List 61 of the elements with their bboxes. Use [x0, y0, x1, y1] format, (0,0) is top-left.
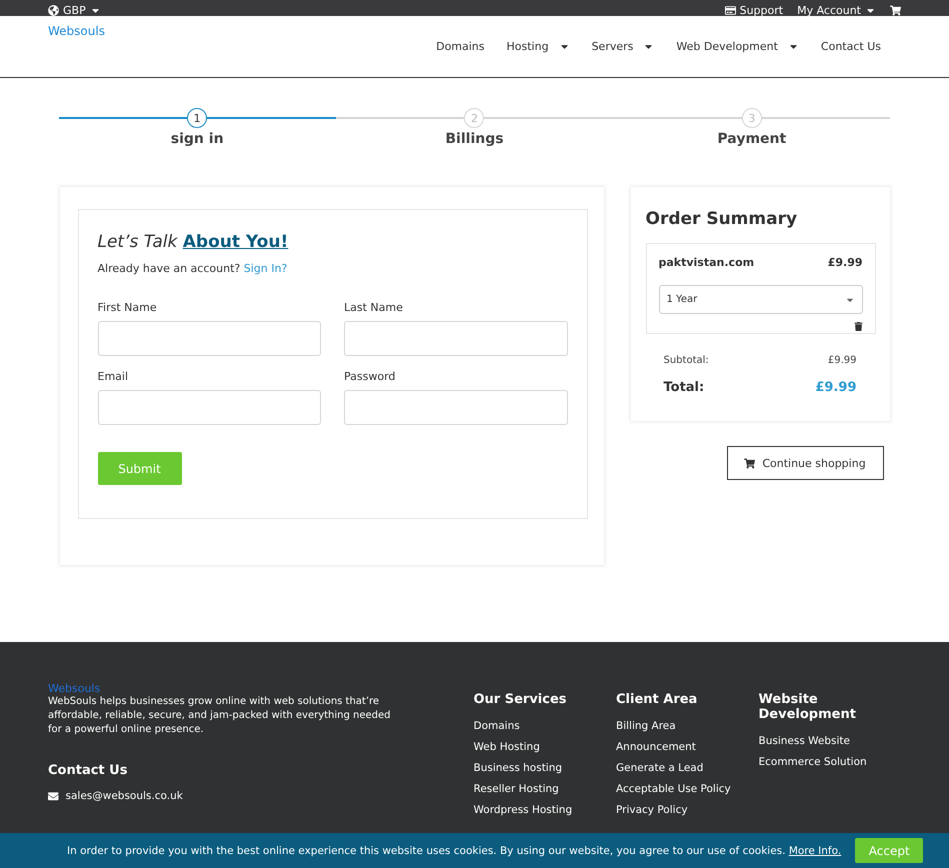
step-number: 3 [742, 108, 762, 128]
site-logo[interactable]: Websouls [48, 24, 105, 38]
footer-heading: Our Services [474, 692, 568, 707]
footer-link[interactable]: Domains [474, 719, 616, 734]
about-link[interactable]: About You! [182, 232, 288, 252]
field-label: Password [344, 370, 396, 383]
about-text: WebSouls helps businesses grow online with web solutions that’re affordable, reliable, secure, and jam-packed with everything needed for a powerful online presence. [48, 695, 392, 737]
footer-link[interactable]: Announcement [616, 740, 758, 755]
footer-link[interactable]: Business Website [758, 734, 901, 749]
support-link[interactable]: Support [724, 4, 784, 16]
field-label: Email [98, 370, 130, 383]
input-field[interactable] [344, 321, 568, 356]
account-menu[interactable]: My Account [797, 4, 876, 16]
footer-link[interactable]: Acceptable Use Policy [616, 782, 758, 797]
field-label: First Name [98, 301, 158, 314]
cart-icon[interactable] [890, 4, 901, 16]
input-field[interactable] [98, 321, 321, 356]
domain-name: paktvistan.com [658, 256, 754, 269]
total-value: £9.99 [815, 380, 856, 395]
summary-title: Order Summary [646, 209, 798, 229]
cart-icon [744, 458, 756, 468]
continue-shopping-button[interactable]: Continue shopping [726, 446, 884, 480]
step-label: Payment [717, 131, 786, 147]
item-price: £9.99 [828, 256, 862, 269]
step-number: 1 [187, 108, 208, 128]
cookie-text: In order to provide you with the best online experience this website uses cookies. By using our website, you agree to our use of cookies. More Info. [67, 844, 842, 856]
footer-link[interactable]: Business hosting [474, 761, 616, 776]
nav-link[interactable]: Contact Us [820, 40, 881, 53]
nav-link[interactable]: Hosting [506, 40, 570, 53]
form-title: Let’s Talk About You! [98, 232, 290, 252]
trash-icon[interactable] [854, 322, 862, 331]
footer-link[interactable]: Wordpress Hosting [474, 803, 616, 818]
footer-link[interactable]: Billing Area [616, 719, 758, 734]
footer-heading: Client Area [616, 692, 698, 707]
nav-link[interactable]: Domains [436, 40, 485, 53]
card-icon [724, 4, 736, 16]
step-number: 2 [464, 108, 484, 128]
footer-link[interactable]: Privacy Policy [616, 803, 758, 818]
period-select[interactable]: 1 Year [658, 285, 862, 314]
subtotal-value: £9.99 [828, 355, 856, 366]
total-label: Total: [664, 380, 704, 395]
more-info-link[interactable]: More Info. [788, 844, 842, 856]
input-field[interactable] [98, 390, 321, 425]
step-label: Billings [445, 131, 504, 147]
nav-link[interactable]: Servers [592, 40, 654, 53]
account-text: Already have an account? Sign In? [98, 262, 288, 275]
contact-heading: Contact Us [48, 763, 128, 778]
footer-link[interactable]: Generate a Lead [616, 761, 758, 776]
globe-icon [48, 4, 59, 16]
nav-link[interactable]: Web Development [676, 40, 799, 53]
footer-heading: Website Development [758, 692, 857, 722]
footer-link[interactable]: Ecommerce Solution [758, 755, 901, 770]
currency-selector[interactable]: GBP [48, 4, 101, 16]
email-link[interactable]: sales@websouls.co.uk [66, 790, 183, 802]
footer-link[interactable]: Web Hosting [474, 740, 616, 755]
footer-link[interactable]: Reseller Hosting [474, 782, 616, 797]
step-label: sign in [170, 131, 224, 147]
field-label: Last Name [344, 301, 404, 314]
subtotal-label: Subtotal: [664, 355, 709, 366]
mail-icon [48, 790, 58, 802]
input-field[interactable] [344, 390, 568, 425]
